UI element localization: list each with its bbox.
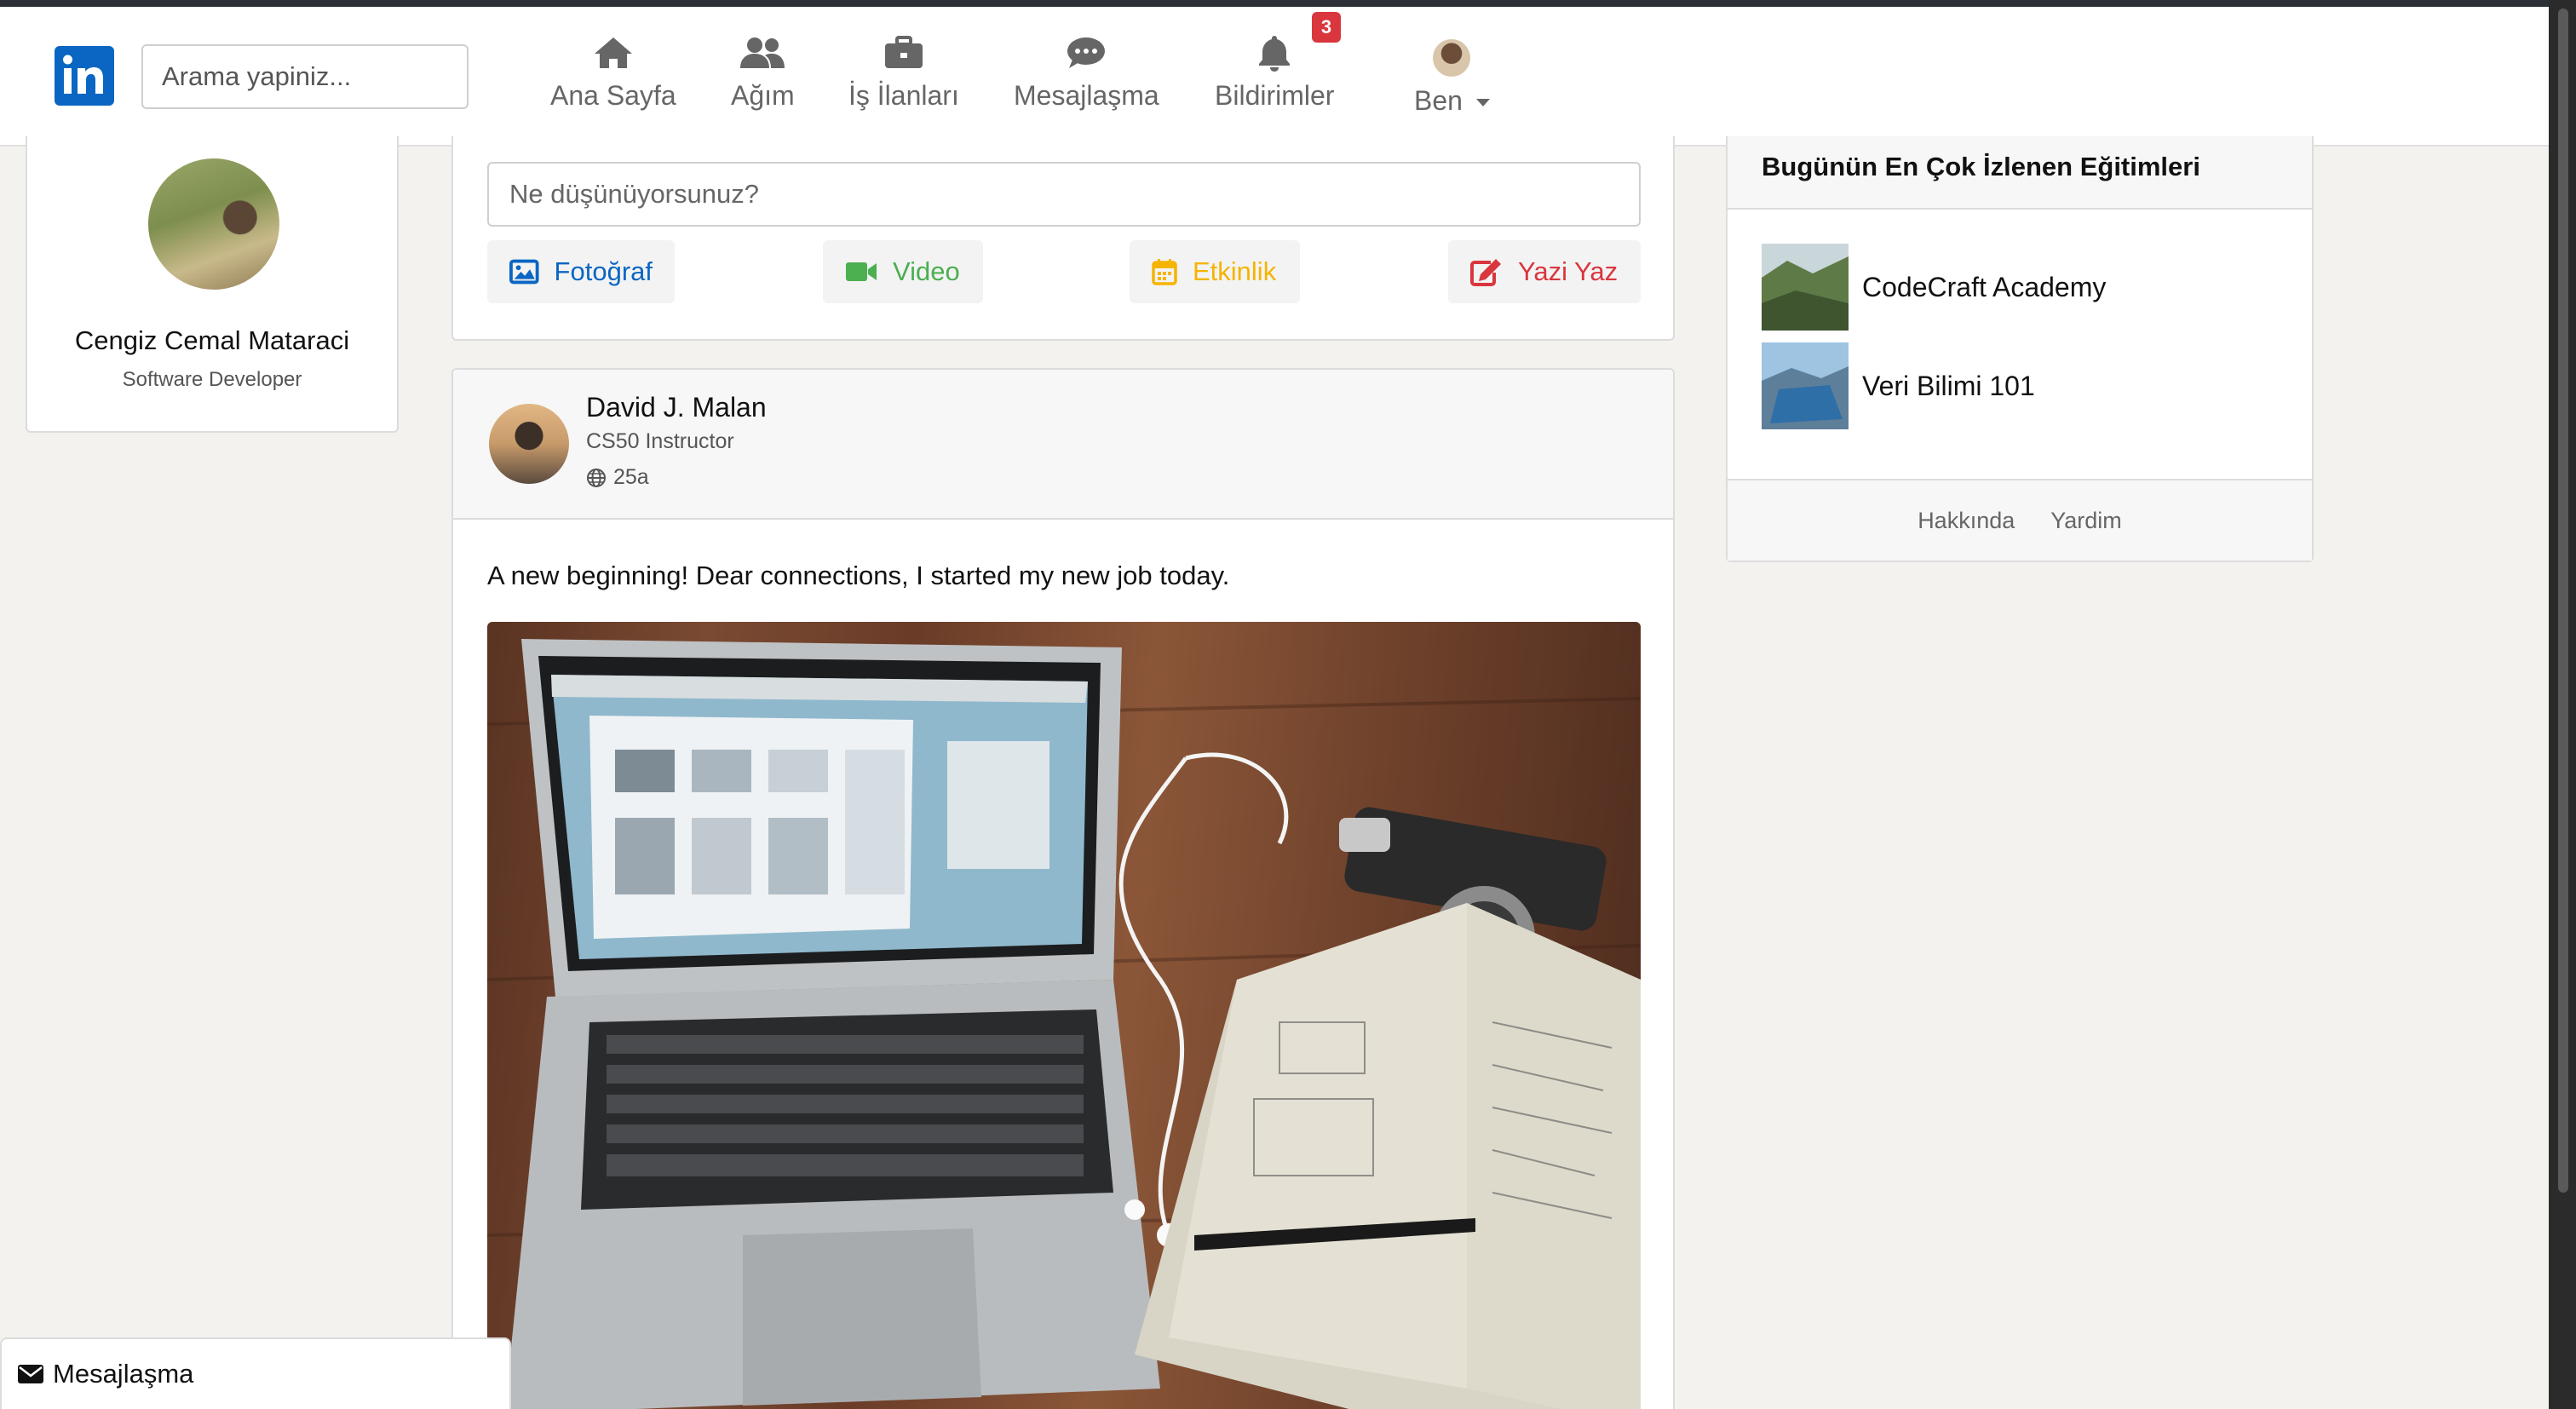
post-image[interactable]: [487, 622, 1641, 1409]
messaging-bar[interactable]: Mesajlaşma: [0, 1337, 511, 1409]
post-composer: Ne düşünüyorsunuz? Fotoğraf Video Etkinl…: [451, 136, 1675, 341]
nav-home[interactable]: Ana Sayfa: [550, 31, 676, 124]
post-author-role: CS50 Instructor: [586, 429, 734, 453]
window-top-strip: [0, 0, 2576, 7]
briefcase-icon: [883, 31, 924, 75]
laptop-desk-illustration: [487, 639, 1641, 1409]
feed-post: David J. Malan CS50 Instructor 25a A new…: [451, 368, 1675, 1409]
course-item-codecraft[interactable]: CodeCraft Academy: [1762, 244, 2106, 331]
top-courses-card: Bugünün En Çok İzlenen Eğitimleri CodeCr…: [1726, 136, 2314, 562]
post-author-avatar[interactable]: [489, 404, 569, 484]
profile-title: Software Developer: [122, 368, 302, 391]
post-header: David J. Malan CS50 Instructor 25a: [453, 370, 1673, 520]
composer-input[interactable]: Ne düşünüyorsunuz?: [487, 162, 1641, 227]
footer-link-help[interactable]: Yardim: [2050, 508, 2122, 534]
top-navbar: Ana Sayfa Ağım İş İlanları Mesajlaşma Bi…: [0, 7, 2549, 147]
photo-button-label: Fotoğraf: [554, 256, 653, 286]
footer-link-about[interactable]: Hakkında: [1918, 508, 2015, 534]
nav-me-dropdown[interactable]: Ben: [1414, 36, 1490, 129]
network-icon: [739, 31, 786, 75]
course-label: Veri Bilimi 101: [1862, 370, 2035, 401]
caret-down-icon: [1475, 99, 1490, 107]
video-icon: [846, 262, 877, 281]
messaging-bar-label: Mesajlaşma: [53, 1359, 194, 1389]
video-button-label: Video: [893, 256, 960, 286]
nav-messaging-label: Mesajlaşma: [1014, 80, 1159, 111]
post-timestamp: 25a: [586, 465, 649, 490]
profile-card: Cengiz Cemal Mataraci Software Developer: [26, 136, 399, 433]
top-courses-title: Bugünün En Çok İzlenen Eğitimleri: [1762, 152, 2200, 181]
envelope-icon: [18, 1365, 43, 1383]
course-item-data-science[interactable]: Veri Bilimi 101: [1762, 342, 2035, 429]
post-author-name[interactable]: David J. Malan: [586, 392, 767, 423]
notification-badge: 3: [1312, 12, 1341, 43]
profile-name[interactable]: Cengiz Cemal Mataraci: [27, 325, 397, 356]
event-button[interactable]: Etkinlik: [1130, 240, 1300, 303]
post-text: A new beginning! Dear connections, I sta…: [487, 561, 1230, 590]
write-article-button-label: Yazi Yaz: [1518, 256, 1619, 286]
linkedin-logo[interactable]: [55, 46, 114, 106]
video-button[interactable]: Video: [823, 240, 983, 303]
search-input[interactable]: [141, 44, 469, 109]
nav-notifications-label: Bildirimler: [1215, 80, 1335, 111]
edit-icon: [1470, 259, 1501, 286]
nav-network[interactable]: Ağım: [731, 31, 795, 124]
scrollbar-thumb[interactable]: [2558, 9, 2568, 1193]
nav-network-label: Ağım: [731, 80, 795, 111]
write-article-button[interactable]: Yazi Yaz: [1448, 240, 1641, 303]
nav-home-label: Ana Sayfa: [550, 80, 676, 111]
me-avatar: [1433, 36, 1471, 80]
profile-avatar[interactable]: [148, 158, 279, 290]
linkedin-logo-icon: [63, 55, 103, 94]
nav-notifications[interactable]: Bildirimler: [1215, 31, 1334, 124]
bell-icon: [1257, 31, 1291, 75]
globe-icon: [587, 468, 606, 487]
home-icon: [593, 31, 634, 75]
calendar-icon: [1152, 259, 1177, 285]
top-courses-header: Bugünün En Çok İzlenen Eğitimleri: [1728, 136, 2312, 210]
course-label: CodeCraft Academy: [1862, 271, 2107, 302]
nav-jobs-label: İş İlanları: [848, 80, 959, 111]
nav-me-label-wrap: Ben: [1414, 85, 1490, 117]
image-icon: [509, 259, 539, 285]
photo-button[interactable]: Fotoğraf: [487, 240, 675, 303]
chat-icon: [1066, 31, 1107, 75]
nav-messaging[interactable]: Mesajlaşma: [1014, 31, 1159, 124]
nav-me-label: Ben: [1414, 85, 1463, 116]
event-button-label: Etkinlik: [1193, 256, 1277, 286]
course-thumbnail: [1762, 342, 1849, 429]
sidebar-footer: Hakkında Yardim: [1728, 479, 2312, 561]
course-thumbnail: [1762, 244, 1849, 331]
nav-jobs[interactable]: İş İlanları: [848, 31, 959, 124]
post-time-text: 25a: [613, 465, 649, 489]
